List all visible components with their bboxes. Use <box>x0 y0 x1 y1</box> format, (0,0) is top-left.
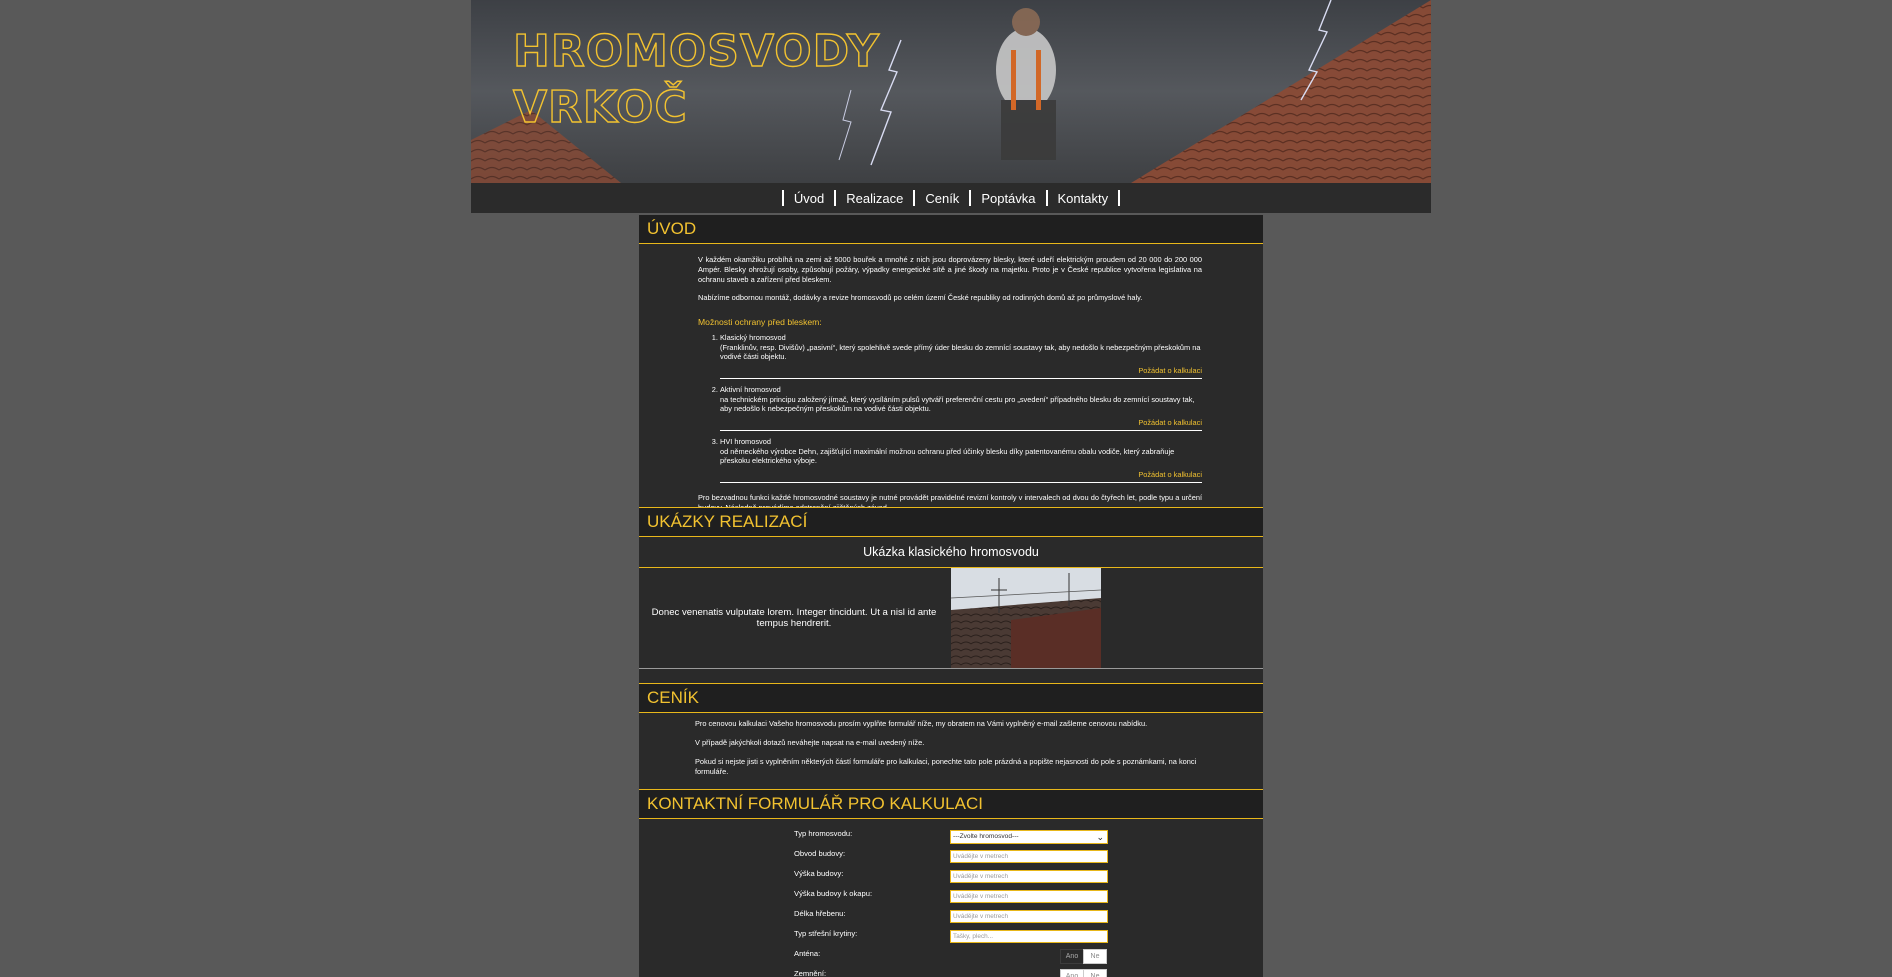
cenik-paragraph-1: Pro cenovou kalkulaci Vašeho hromosvodu … <box>695 719 1148 728</box>
request-calculation-link[interactable]: Požádat o kalkulaci <box>720 418 1202 431</box>
form-row-height: Výška budovy: Uvádějte v metrech <box>794 869 1108 885</box>
nav-item-poptavka[interactable]: Poptávka <box>971 191 1045 206</box>
request-calculation-link[interactable]: Požádat o kalkulaci <box>720 470 1202 483</box>
gallery-item: Donec venenatis vulputate lorem. Integer… <box>639 568 1263 669</box>
section-title-uvod: ÚVOD <box>639 215 1263 244</box>
cenik-paragraph-2: V případě jakýchkoli dotazů neváhejte na… <box>695 738 925 747</box>
chevron-down-icon: ⌄ <box>1096 832 1104 842</box>
protection-options-list: Klasický hromosvod (Franklinův, resp. Di… <box>698 333 1202 483</box>
option-description: (Franklinův, resp. Divišův) „pasivní“, k… <box>720 342 1201 362</box>
intro-paragraph-1: V každém okamžiku probíhá na zemi až 500… <box>698 255 1202 284</box>
nav-item-kontakty[interactable]: Kontakty <box>1048 191 1119 206</box>
section-calculation-form: KONTAKTNÍ FORMULÁŘ PRO KALKULACI Typ hro… <box>639 789 1263 977</box>
site-logo[interactable]: HROMOSVODY VRKOČ <box>511 22 911 142</box>
section-realizace: UKÁZKY REALIZACÍ Ukázka klasického hromo… <box>639 507 1263 669</box>
intro-paragraph-2: Nabízíme odbornou montáž, dodávky a revi… <box>698 293 1143 302</box>
nav-item-realizace[interactable]: Realizace <box>836 191 913 206</box>
section-title-cenik: CENÍK <box>639 683 1263 713</box>
logo-line2: VRKOČ <box>513 80 688 133</box>
request-calculation-link[interactable]: Požádat o kalkulaci <box>720 366 1202 379</box>
form-row-type: Typ hromosvodu: ---Zvolte hromosvod--- ⌄ <box>794 829 1108 845</box>
field-label: Výška budovy: <box>794 869 844 878</box>
form-row-antenna: Anténa: Ano Ne <box>794 949 1108 965</box>
header-banner: HROMOSVODY VRKOČ <box>471 0 1431 183</box>
field-label: Obvod budovy: <box>794 849 846 858</box>
section-cenik: CENÍK Pro cenovou kalkulaci Vašeho hromo… <box>639 683 1263 776</box>
antenna-label: Anténa: <box>794 949 821 958</box>
select-value: ---Zvolte hromosvod--- <box>953 833 1019 840</box>
lightning-rod-type-select[interactable]: ---Zvolte hromosvod--- ⌄ <box>950 830 1108 844</box>
grounding-yes-button[interactable]: Ano <box>1060 969 1084 977</box>
logo-line1: HROMOSVODY <box>513 26 880 77</box>
building-height-input[interactable]: Uvádějte v metrech <box>950 870 1108 883</box>
cenik-paragraph-3: Pokud si nejste jisti s vyplněním někter… <box>695 757 1197 776</box>
field-label: Typ střešní krytiny: <box>794 929 858 938</box>
option-name: Aktivní hromosvod <box>720 385 781 394</box>
form-row-eaves-height: Výška budovy k okapu: Uvádějte v metrech <box>794 889 1108 905</box>
option-item: Klasický hromosvod (Franklinův, resp. Di… <box>720 333 1202 379</box>
grounding-label: Zemnění: <box>794 969 827 977</box>
form-row-perimeter: Obvod budovy: Uvádějte v metrech <box>794 849 1108 865</box>
option-item: HVI hromosvod od německého výrobce Dehn,… <box>720 437 1202 483</box>
option-description: od německého výrobce Dehn, zajišťující m… <box>720 446 1175 466</box>
section-uvod: ÚVOD V každém okamžiku probíhá na zemi a… <box>639 215 1263 512</box>
cenik-body: Pro cenovou kalkulaci Vašeho hromosvodu … <box>695 719 1207 786</box>
form-row-ridge-length: Délka hřebenu: Uvádějte v metrech <box>794 909 1108 925</box>
form-row-grounding: Zemnění: Ano Ne <box>794 969 1108 977</box>
option-item: Aktivní hromosvod na technickém principu… <box>720 385 1202 431</box>
option-description: na technickém principu založený jímač, k… <box>720 394 1195 414</box>
ridge-length-input[interactable]: Uvádějte v metrech <box>950 910 1108 923</box>
field-label: Výška budovy k okapu: <box>794 889 873 898</box>
intro-body: V každém okamžiku probíhá na zemi až 500… <box>698 255 1202 521</box>
section-title-realizace: UKÁZKY REALIZACÍ <box>639 507 1263 537</box>
main-content: ÚVOD V každém okamžiku probíhá na zemi a… <box>639 215 1263 977</box>
eaves-height-input[interactable]: Uvádějte v metrech <box>950 890 1108 903</box>
field-label: Délka hřebenu: <box>794 909 846 918</box>
options-title: Možnosti ochrany před bleskem: <box>698 317 822 327</box>
nav-item-cenik[interactable]: Ceník <box>915 191 969 206</box>
roof-type-input[interactable]: Tašky, plech... <box>950 930 1108 943</box>
gallery-caption: Ukázka klasického hromosvodu <box>639 537 1263 568</box>
page: HROMOSVODY VRKOČ Úvod Realizace Ceník Po… <box>0 0 1892 977</box>
type-label: Typ hromosvodu: <box>794 829 853 838</box>
gallery-text: Donec venenatis vulputate lorem. Integer… <box>651 607 937 629</box>
option-name: HVI hromosvod <box>720 437 771 446</box>
option-name: Klasický hromosvod <box>720 333 786 342</box>
nav-item-uvod[interactable]: Úvod <box>784 191 834 206</box>
antenna-no-button[interactable]: Ne <box>1083 949 1107 964</box>
building-perimeter-input[interactable]: Uvádějte v metrech <box>950 850 1108 863</box>
grounding-no-button[interactable]: Ne <box>1083 969 1107 977</box>
main-nav: Úvod Realizace Ceník Poptávka Kontakty <box>471 183 1431 213</box>
form-row-roof-type: Typ střešní krytiny: Tašky, plech... <box>794 929 1108 945</box>
section-title-form: KONTAKTNÍ FORMULÁŘ PRO KALKULACI <box>639 789 1263 819</box>
gallery-photo[interactable] <box>951 568 1101 668</box>
nav-separator <box>1118 190 1121 206</box>
antenna-yes-button[interactable]: Ano <box>1060 949 1084 964</box>
